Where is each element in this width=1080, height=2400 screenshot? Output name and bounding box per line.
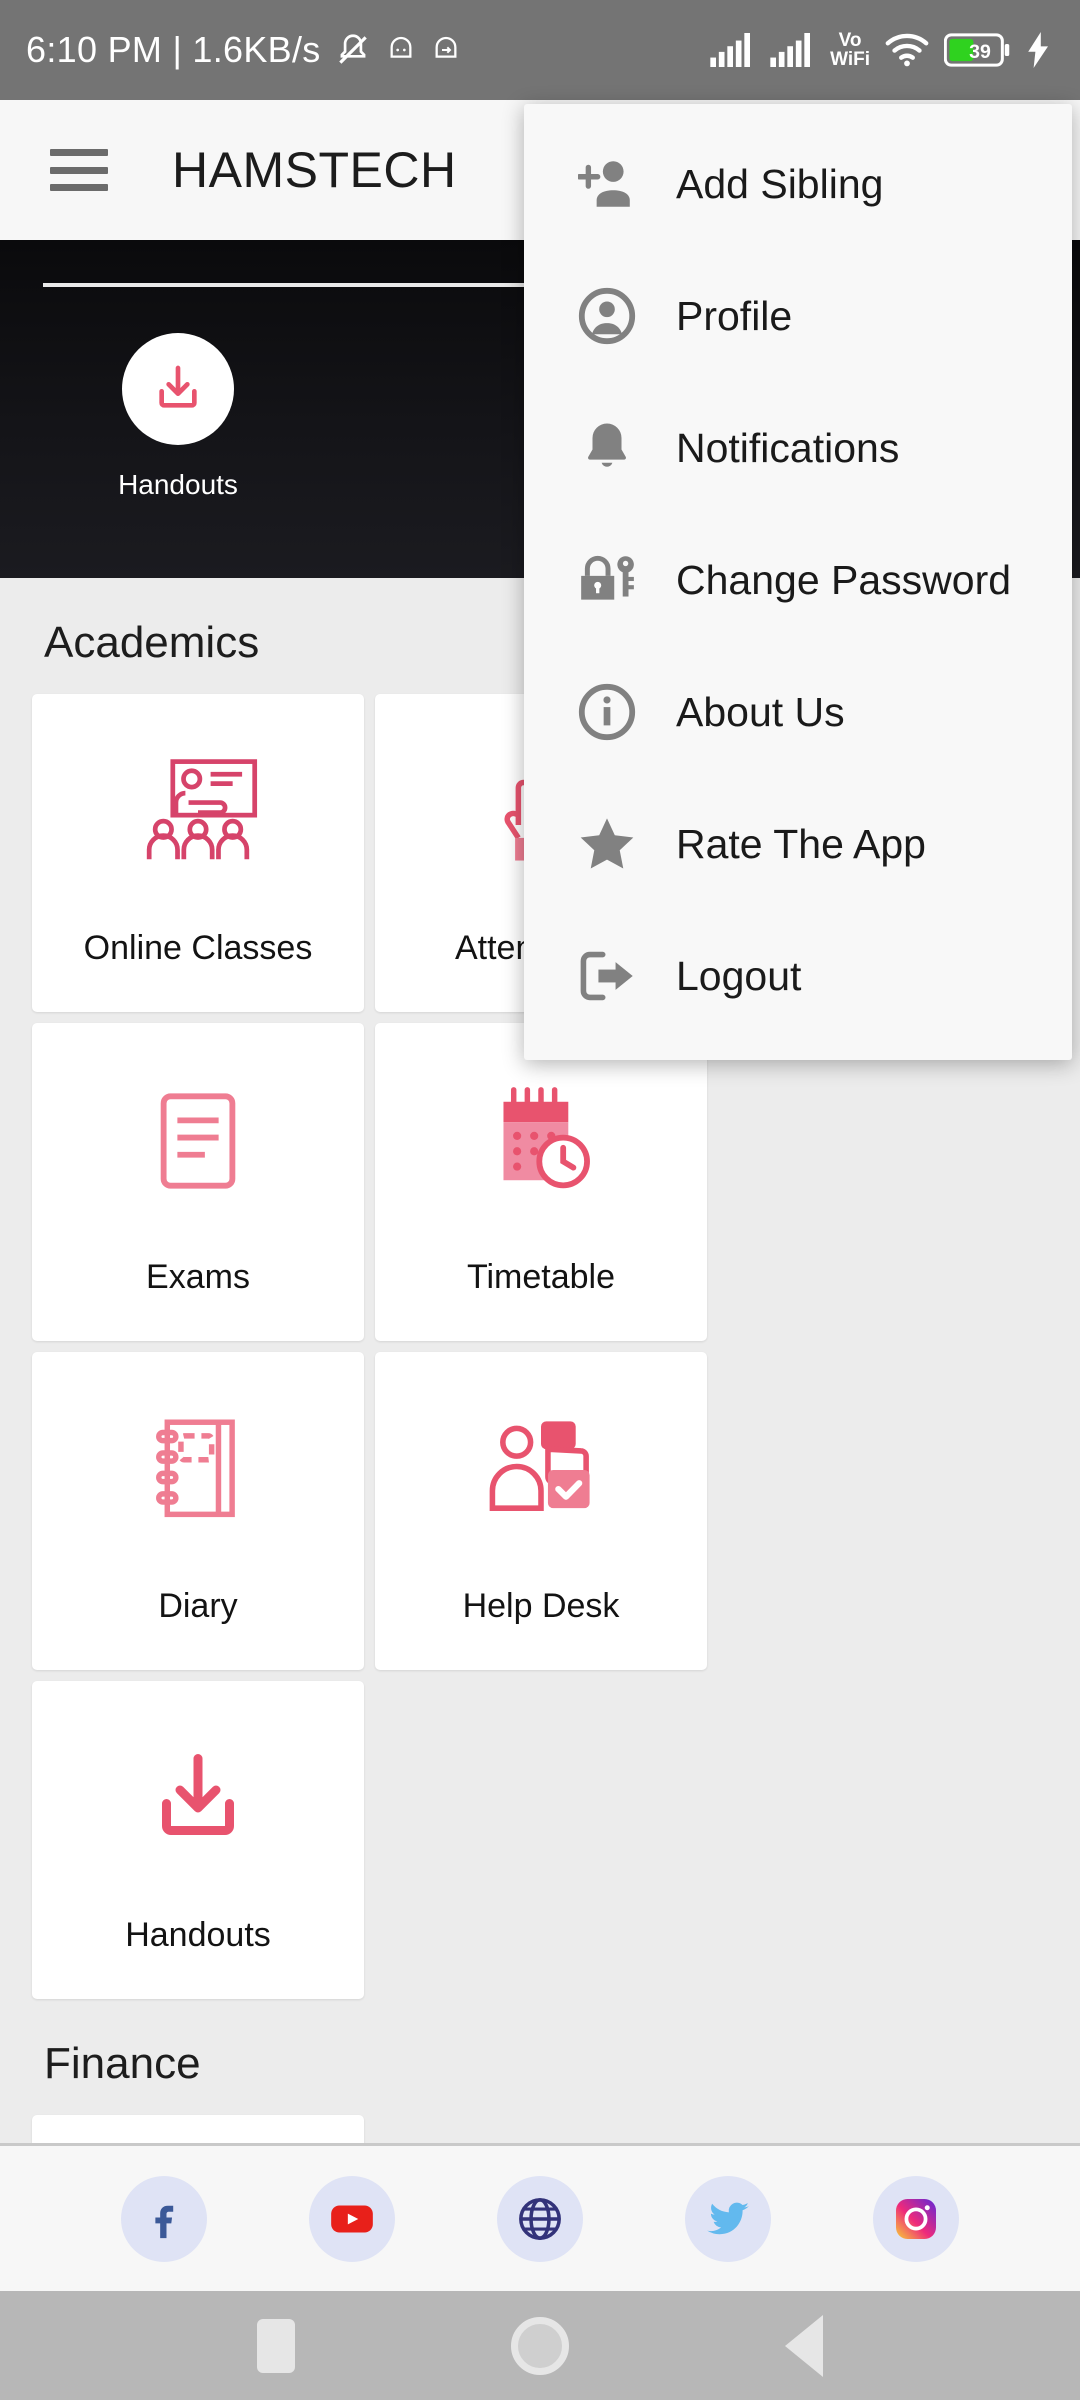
status-bar-left: 6:10 PM | 1.6KB/s — [26, 29, 462, 71]
menu-item-rate-the-app[interactable]: Rate The App — [524, 778, 1072, 910]
lock-key-icon — [576, 551, 638, 609]
menu-item-logout[interactable]: Logout — [524, 910, 1072, 1042]
android-head-icon — [385, 34, 417, 66]
charging-bolt-icon — [1024, 32, 1054, 68]
twitter-icon[interactable] — [685, 2175, 771, 2262]
person-add-icon — [576, 157, 638, 211]
triangle-back-icon[interactable] — [785, 2314, 823, 2377]
menu-item-label: Profile — [676, 292, 793, 339]
android-navigation-bar — [0, 2291, 1080, 2400]
card-label: Timetable — [466, 1258, 616, 1296]
android-sync-icon — [430, 34, 462, 66]
notebook-icon — [32, 1352, 364, 1587]
vowifi-line1: Vo — [838, 30, 862, 51]
exam-icon — [32, 1023, 364, 1258]
signal-bars-sim1-icon — [710, 33, 756, 67]
menu-item-about-us[interactable]: About Us — [524, 646, 1072, 778]
instagram-icon[interactable] — [873, 2175, 959, 2262]
card-help-desk[interactable]: Help Desk — [375, 1352, 707, 1670]
card-exams[interactable]: Exams — [32, 1023, 364, 1341]
status-clock-and-network-speed: 6:10 PM | 1.6KB/s — [26, 29, 321, 70]
menu-item-label: Notifications — [676, 424, 900, 471]
menu-item-label: Add Sibling — [676, 160, 884, 207]
info-circle-icon — [576, 683, 638, 741]
circle-icon[interactable] — [511, 2316, 569, 2375]
menu-item-label: Change Password — [676, 556, 1012, 603]
wifi-icon — [884, 32, 930, 68]
hamburger-icon[interactable] — [50, 149, 108, 191]
download-icon — [32, 1681, 364, 1916]
card-label: Diary — [158, 1587, 238, 1625]
card-timetable[interactable]: Timetable — [375, 1023, 707, 1341]
menu-item-profile[interactable]: Profile — [524, 250, 1072, 382]
logout-icon — [576, 948, 638, 1004]
status-bar-right: Vo WiFi 39 — [710, 31, 1054, 69]
support-people-icon — [375, 1352, 707, 1587]
status-bar: 6:10 PM | 1.6KB/s Vo WiFi 39 — [0, 0, 1080, 100]
vowifi-indicator: Vo WiFi — [830, 31, 870, 69]
card-label: Help Desk — [462, 1587, 620, 1625]
youtube-icon[interactable] — [309, 2175, 395, 2262]
star-icon — [576, 815, 638, 873]
overflow-menu: Add Sibling Profile Notifications Change… — [524, 104, 1072, 1060]
card-label: Handouts — [125, 1916, 271, 1954]
bell-muted-icon — [334, 31, 372, 69]
menu-item-add-sibling[interactable]: Add Sibling — [524, 118, 1072, 250]
menu-item-label: Logout — [676, 952, 802, 999]
card-label: Online Classes — [83, 929, 313, 967]
bell-icon — [576, 419, 638, 477]
battery-percent-text: 39 — [969, 41, 991, 63]
social-links-bar — [0, 2143, 1080, 2291]
vowifi-line2: WiFi — [830, 49, 870, 70]
card-label: Exams — [146, 1258, 250, 1296]
banner-shortcut-handouts[interactable]: Handouts — [78, 333, 278, 501]
classroom-presentation-icon — [32, 694, 364, 929]
menu-item-notifications[interactable]: Notifications — [524, 382, 1072, 514]
card-handouts[interactable]: Handouts — [32, 1681, 364, 1999]
banner-shortcut-label: Handouts — [118, 469, 238, 500]
account-circle-icon — [576, 287, 638, 345]
facebook-icon[interactable] — [121, 2175, 207, 2262]
menu-item-label: Rate The App — [676, 820, 926, 867]
section-heading-finance: Finance — [44, 2039, 201, 2088]
download-icon — [122, 333, 234, 445]
card-online-classes[interactable]: Online Classes — [32, 694, 364, 1012]
card-diary[interactable]: Diary — [32, 1352, 364, 1670]
menu-item-change-password[interactable]: Change Password — [524, 514, 1072, 646]
battery-icon: 39 — [944, 33, 1010, 67]
page-title: HAMSTECH — [172, 142, 457, 198]
phone-screen: 6:10 PM | 1.6KB/s Vo WiFi 39 HAMSTECH Ha… — [0, 0, 1080, 2400]
signal-bars-sim2-icon — [770, 33, 816, 67]
menu-item-label: About Us — [676, 688, 845, 735]
square-icon[interactable] — [257, 2318, 295, 2373]
website-globe-icon[interactable] — [497, 2175, 583, 2262]
